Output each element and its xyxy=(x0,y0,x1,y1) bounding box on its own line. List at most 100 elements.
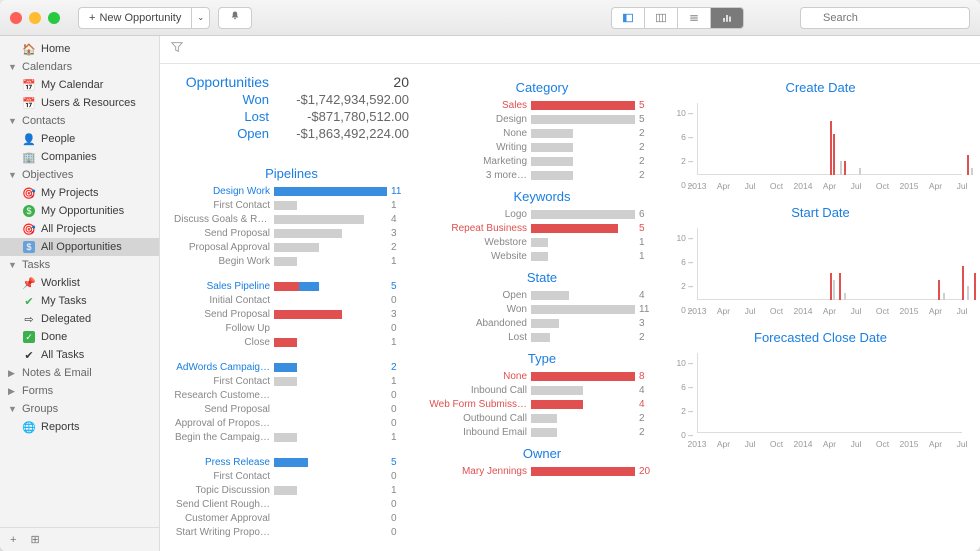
pipeline-stage-row[interactable]: Proposal Approval 2 xyxy=(174,241,409,254)
sidebar-section-objectives[interactable]: ▼Objectives xyxy=(0,166,159,184)
sidebar-item-all-projects[interactable]: 🎯All Projects xyxy=(0,220,159,238)
sidebar-section-notes[interactable]: ▶Notes & Email xyxy=(0,364,159,382)
close-window-button[interactable] xyxy=(10,12,22,24)
sidebar-item-done[interactable]: ✓Done xyxy=(0,328,159,346)
stage-value: 0 xyxy=(391,418,409,429)
create-date-chart[interactable]: 10 –6 –2 –0 –2013AprJulOct2014AprJulOct2… xyxy=(675,99,966,191)
disclosure-icon: ▶ xyxy=(8,368,17,379)
pipeline-total: 2 xyxy=(391,362,409,373)
grid-icon[interactable]: ⊞ xyxy=(30,533,39,546)
search-input[interactable] xyxy=(800,7,970,29)
summary-lost-label: Lost xyxy=(244,108,269,125)
row-value: 4 xyxy=(639,399,657,410)
filter-icon[interactable] xyxy=(170,40,184,59)
sidebar-item-reports[interactable]: 🌐Reports xyxy=(0,418,159,436)
pipeline-stage-row[interactable]: Research Custome… 0 xyxy=(174,389,409,402)
notifications-button[interactable] xyxy=(218,7,252,29)
breakdown-row[interactable]: Writing 2 xyxy=(427,141,657,154)
breakdown-row[interactable]: 3 more… 2 xyxy=(427,169,657,182)
sidebar-label: My Projects xyxy=(41,187,98,199)
pipeline-stage-row[interactable]: Initial Contact 0 xyxy=(174,294,409,307)
sidebar-item-home[interactable]: 🏠 Home xyxy=(0,40,159,58)
pipeline-stage-row[interactable]: Send Proposal 3 xyxy=(174,308,409,321)
sidebar-label: People xyxy=(41,133,75,145)
pipeline-stage-row[interactable]: Start Writing Propo… 0 xyxy=(174,526,409,539)
breakdown-row[interactable]: Outbound Call 2 xyxy=(427,412,657,425)
row-value: 3 xyxy=(639,318,657,329)
sidebar-item-my-calendar[interactable]: 📅My Calendar xyxy=(0,76,159,94)
breakdown-row[interactable]: Web Form Submiss… 4 xyxy=(427,398,657,411)
breakdown-row[interactable]: Open 4 xyxy=(427,289,657,302)
stage-value: 0 xyxy=(391,513,409,524)
pipeline-stage-row[interactable]: Send Proposal 0 xyxy=(174,403,409,416)
view-dashboard-button[interactable] xyxy=(710,7,744,29)
pipeline-stage-row[interactable]: Begin Work 1 xyxy=(174,255,409,268)
start-date-chart[interactable]: 10 –6 –2 –0 –2013AprJulOct2014AprJulOct2… xyxy=(675,224,966,316)
breakdown-row[interactable]: Inbound Email 2 xyxy=(427,426,657,439)
sidebar-label: Companies xyxy=(41,151,97,163)
sidebar-section-groups[interactable]: ▼Groups xyxy=(0,400,159,418)
sidebar-item-companies[interactable]: 🏢Companies xyxy=(0,148,159,166)
breakdown-row[interactable]: Webstore 1 xyxy=(427,236,657,249)
pipeline-header[interactable]: Design Work 11 xyxy=(174,185,409,198)
x-tick: 2015 xyxy=(900,306,919,316)
pipeline-header[interactable]: AdWords Campaig… 2 xyxy=(174,361,409,374)
pipeline-header[interactable]: Sales Pipeline 5 xyxy=(174,280,409,293)
pipeline-stage-row[interactable]: Approval of Propos… 0 xyxy=(174,417,409,430)
pipeline-stage-row[interactable]: Follow Up 0 xyxy=(174,322,409,335)
minimize-window-button[interactable] xyxy=(29,12,41,24)
breakdown-row[interactable]: Abandoned 3 xyxy=(427,317,657,330)
row-label: 3 more… xyxy=(427,170,527,181)
new-opportunity-button[interactable]: + New Opportunity xyxy=(78,7,191,29)
breakdown-row[interactable]: Marketing 2 xyxy=(427,155,657,168)
sidebar-item-all-opportunities[interactable]: $All Opportunities xyxy=(0,238,159,256)
zoom-window-button[interactable] xyxy=(48,12,60,24)
sidebar-item-my-tasks[interactable]: ✔My Tasks xyxy=(0,292,159,310)
view-sidebar-button[interactable] xyxy=(611,7,644,29)
sidebar-item-delegated[interactable]: ⇨Delegated xyxy=(0,310,159,328)
breakdown-row[interactable]: Repeat Business 5 xyxy=(427,222,657,235)
pipeline-stage-row[interactable]: Send Client Rough… 0 xyxy=(174,498,409,511)
pipeline-header[interactable]: Press Release 5 xyxy=(174,456,409,469)
new-opportunity-dropdown[interactable]: ⌄ xyxy=(191,7,210,29)
breakdown-row[interactable]: Logo 6 xyxy=(427,208,657,221)
pipeline-stage-row[interactable]: Discuss Goals & Re… 4 xyxy=(174,213,409,226)
pipeline-stage-row[interactable]: First Contact 1 xyxy=(174,375,409,388)
sidebar-item-all-tasks[interactable]: ✔All Tasks xyxy=(0,346,159,364)
breakdown-row[interactable]: None 2 xyxy=(427,127,657,140)
sidebar-item-worklist[interactable]: 📌Worklist xyxy=(0,274,159,292)
stage-label: Send Proposal xyxy=(174,404,270,415)
breakdown-row[interactable]: Won 11 xyxy=(427,303,657,316)
sidebar-item-my-projects[interactable]: 🎯My Projects xyxy=(0,184,159,202)
pipeline-stage-row[interactable]: First Contact 0 xyxy=(174,470,409,483)
x-tick: Oct xyxy=(876,439,889,449)
view-list-button[interactable] xyxy=(677,7,710,29)
row-value: 6 xyxy=(639,209,657,220)
x-tick: Oct xyxy=(876,306,889,316)
pipeline-stage-row[interactable]: Close 1 xyxy=(174,336,409,349)
sidebar-item-my-opportunities[interactable]: $My Opportunities xyxy=(0,202,159,220)
breakdown-row[interactable]: Mary Jennings 20 xyxy=(427,465,657,478)
breakdown-row[interactable]: Website 1 xyxy=(427,250,657,263)
breakdown-row[interactable]: Design 5 xyxy=(427,113,657,126)
x-tick: Jul xyxy=(745,306,756,316)
sidebar-item-users-resources[interactable]: 📅Users & Resources xyxy=(0,94,159,112)
breakdown-row[interactable]: Inbound Call 4 xyxy=(427,384,657,397)
forecast-date-chart[interactable]: 10 –6 –2 –0 –2013AprJulOct2014AprJulOct2… xyxy=(675,349,966,449)
view-columns-button[interactable] xyxy=(644,7,677,29)
pipeline-stage-row[interactable]: Begin the Campaig… 1 xyxy=(174,431,409,444)
sidebar-item-people[interactable]: 👤People xyxy=(0,130,159,148)
sidebar-section-forms[interactable]: ▶Forms xyxy=(0,382,159,400)
home-icon: 🏠 xyxy=(22,43,36,56)
breakdown-row[interactable]: Lost 2 xyxy=(427,331,657,344)
breakdown-row[interactable]: None 8 xyxy=(427,370,657,383)
sidebar-section-tasks[interactable]: ▼Tasks xyxy=(0,256,159,274)
pipeline-stage-row[interactable]: Topic Discussion 1 xyxy=(174,484,409,497)
breakdown-row[interactable]: Sales 5 xyxy=(427,99,657,112)
sidebar-section-contacts[interactable]: ▼Contacts xyxy=(0,112,159,130)
pipeline-stage-row[interactable]: First Contact 1 xyxy=(174,199,409,212)
add-button[interactable]: + xyxy=(10,534,16,546)
sidebar-section-calendars[interactable]: ▼Calendars xyxy=(0,58,159,76)
pipeline-stage-row[interactable]: Send Proposal 3 xyxy=(174,227,409,240)
pipeline-stage-row[interactable]: Customer Approval 0 xyxy=(174,512,409,525)
